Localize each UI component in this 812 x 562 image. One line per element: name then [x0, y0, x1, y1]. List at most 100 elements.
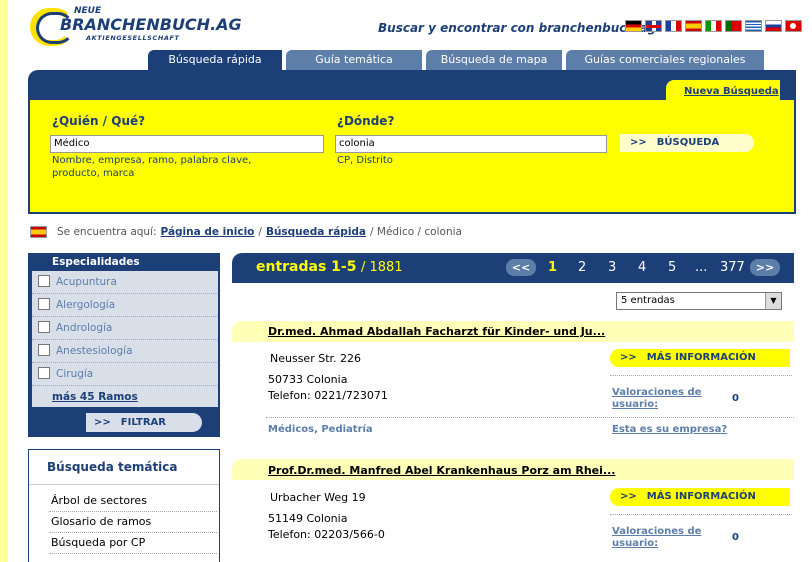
thematic-search-panel: Búsqueda temática Árbol de sectores Glos… [28, 449, 220, 562]
result-title-link[interactable]: Dr.med. Ahmad Abdallah Facharzt für Kind… [268, 325, 605, 338]
user-ratings-link[interactable]: Valoraciones de [612, 387, 701, 399]
per-page-select[interactable]: 5 entradas ▼ [616, 292, 782, 310]
filter-button[interactable]: >> FILTRAR [86, 413, 202, 432]
flag-portugal-icon[interactable] [725, 20, 742, 32]
user-ratings-link[interactable]: usuario: [612, 399, 658, 411]
breadcrumb-rest: / Médico / colonia [370, 226, 462, 238]
language-flags [625, 20, 802, 32]
specialty-label: Alergología [56, 299, 116, 311]
divider [49, 511, 217, 512]
specialty-checkbox[interactable] [38, 344, 50, 356]
specialty-label: Andrología [56, 322, 113, 334]
pagination-prev-button[interactable]: << [506, 259, 536, 276]
result-street: Neusser Str. 226 [270, 352, 362, 365]
breadcrumb-prefix: Se encuentra aquí: [57, 226, 157, 238]
thematic-title: Búsqueda temática [47, 460, 178, 474]
double-arrow-icon: >> [620, 491, 637, 502]
logo-name: BRANCHENBUCH.AG [60, 15, 242, 34]
result-categories[interactable]: Médicos, Pediatría [268, 424, 373, 435]
specialty-label: Anestesiología [56, 345, 133, 357]
pagination-ellipsis: ... [695, 260, 708, 275]
where-hint: CP, Distrito [337, 155, 393, 166]
tab-busqueda-mapa[interactable]: Búsqueda de mapa [426, 50, 562, 70]
flag-greece-icon[interactable] [745, 20, 762, 32]
result-phone: Telefon: 0221/723071 [268, 389, 388, 402]
search-button[interactable]: >> BÚSQUEDA [620, 134, 754, 152]
specialty-item[interactable]: Andrología [32, 317, 218, 340]
specialty-label: Cirugía [56, 368, 94, 380]
where-label: ¿Dónde? [337, 114, 395, 128]
double-arrow-icon: >> [620, 352, 637, 363]
tab-guias-regionales[interactable]: Guías comerciales regionales [566, 50, 764, 70]
specialties-title: Especialidades [52, 256, 140, 268]
specialty-item[interactable]: Acupuntura [32, 271, 218, 294]
divider [610, 514, 792, 515]
logo[interactable]: NEUE BRANCHENBUCH.AG AKTIENGESELLSCHAFT [30, 6, 242, 48]
per-page-value: 5 entradas [621, 295, 675, 306]
flag-turkey-icon[interactable] [785, 20, 802, 32]
who-hint-line2: producto, marca [52, 168, 135, 179]
tab-guia-tematica[interactable]: Guía temática [286, 50, 422, 70]
divider [266, 417, 794, 418]
who-input[interactable]: Médico [50, 135, 324, 153]
result-phone: Telefon: 02203/566-0 [268, 528, 385, 541]
more-specialties-link[interactable]: más 45 Ramos [52, 391, 138, 403]
tab-busqueda-rapida[interactable]: Búsqueda rápida [148, 50, 282, 70]
result-title-link[interactable]: Prof.Dr.med. Manfred Abel Krankenhaus Po… [268, 464, 615, 477]
thematic-item-glossary[interactable]: Glosario de ramos [51, 515, 151, 528]
user-ratings-link[interactable]: usuario: [612, 538, 658, 550]
flag-france-icon[interactable] [665, 20, 682, 32]
specialties-list: Acupuntura Alergología Andrología Aneste… [32, 271, 218, 407]
tagline: Buscar y encontrar con branchenbuch.ag [378, 21, 657, 35]
results-total: / 1881 [361, 260, 403, 275]
flag-italy-icon[interactable] [705, 20, 722, 32]
breadcrumb-home-link[interactable]: Página de inicio [161, 226, 255, 238]
result-city: 51149 Colonia [268, 512, 348, 525]
specialty-label: Acupuntura [56, 276, 117, 288]
specialties-panel: Especialidades Acupuntura Alergología An… [28, 253, 220, 437]
user-ratings-count: 0 [732, 532, 739, 543]
specialty-checkbox[interactable] [38, 298, 50, 310]
user-ratings-link[interactable]: Valoraciones de [612, 526, 701, 538]
new-search-link[interactable]: Nueva Búsqueda [684, 86, 779, 97]
pagination-page[interactable]: 5 [668, 260, 676, 275]
flag-spain-icon[interactable] [685, 20, 702, 32]
result-street: Urbacher Weg 19 [270, 491, 366, 504]
specialty-item[interactable]: Cirugía [32, 363, 218, 386]
pagination-page[interactable]: 3 [608, 260, 616, 275]
specialty-checkbox[interactable] [38, 275, 50, 287]
claim-company-link[interactable]: Esta es su empresa? [612, 424, 727, 435]
double-arrow-icon: >> [94, 417, 111, 428]
logo-subtitle: AKTIENGESELLSCHAFT [86, 34, 180, 42]
specialty-checkbox[interactable] [38, 321, 50, 333]
who-hint-line1: Nombre, empresa, ramo, palabra clave, [52, 155, 252, 166]
result-city: 50733 Colonia [268, 373, 348, 386]
divider [49, 553, 217, 554]
flag-spain-icon [30, 226, 47, 238]
pagination-next-button[interactable]: >> [750, 259, 780, 276]
where-input[interactable]: colonia [335, 135, 607, 153]
more-info-button[interactable]: >> MÁS INFORMACIÓN [610, 488, 790, 506]
pagination-page[interactable]: 1 [548, 260, 557, 275]
filter-button-label: FILTRAR [120, 417, 166, 428]
specialty-checkbox[interactable] [38, 367, 50, 379]
chevron-down-icon[interactable]: ▼ [765, 293, 781, 309]
flag-russia-icon[interactable] [765, 20, 782, 32]
pagination-page[interactable]: 377 [720, 260, 745, 275]
flag-uk-icon[interactable] [645, 20, 662, 32]
specialty-item[interactable]: Anestesiología [32, 340, 218, 363]
divider [29, 484, 219, 485]
results-entries: entradas 1-5 [256, 259, 357, 275]
divider [610, 375, 792, 376]
thematic-item-sector-tree[interactable]: Árbol de sectores [51, 494, 147, 507]
more-info-label: MÁS INFORMACIÓN [646, 352, 756, 363]
more-info-label: MÁS INFORMACIÓN [646, 491, 756, 502]
more-info-button[interactable]: >> MÁS INFORMACIÓN [610, 349, 790, 367]
breadcrumb-quick-link[interactable]: Búsqueda rápida [266, 226, 366, 238]
pagination-page[interactable]: 4 [638, 260, 646, 275]
specialty-item[interactable]: Alergología [32, 294, 218, 317]
thematic-item-postcode[interactable]: Búsqueda por CP [51, 536, 145, 549]
flag-germany-icon[interactable] [625, 20, 642, 32]
double-arrow-icon: >> [630, 137, 647, 148]
pagination-page[interactable]: 2 [578, 260, 586, 275]
